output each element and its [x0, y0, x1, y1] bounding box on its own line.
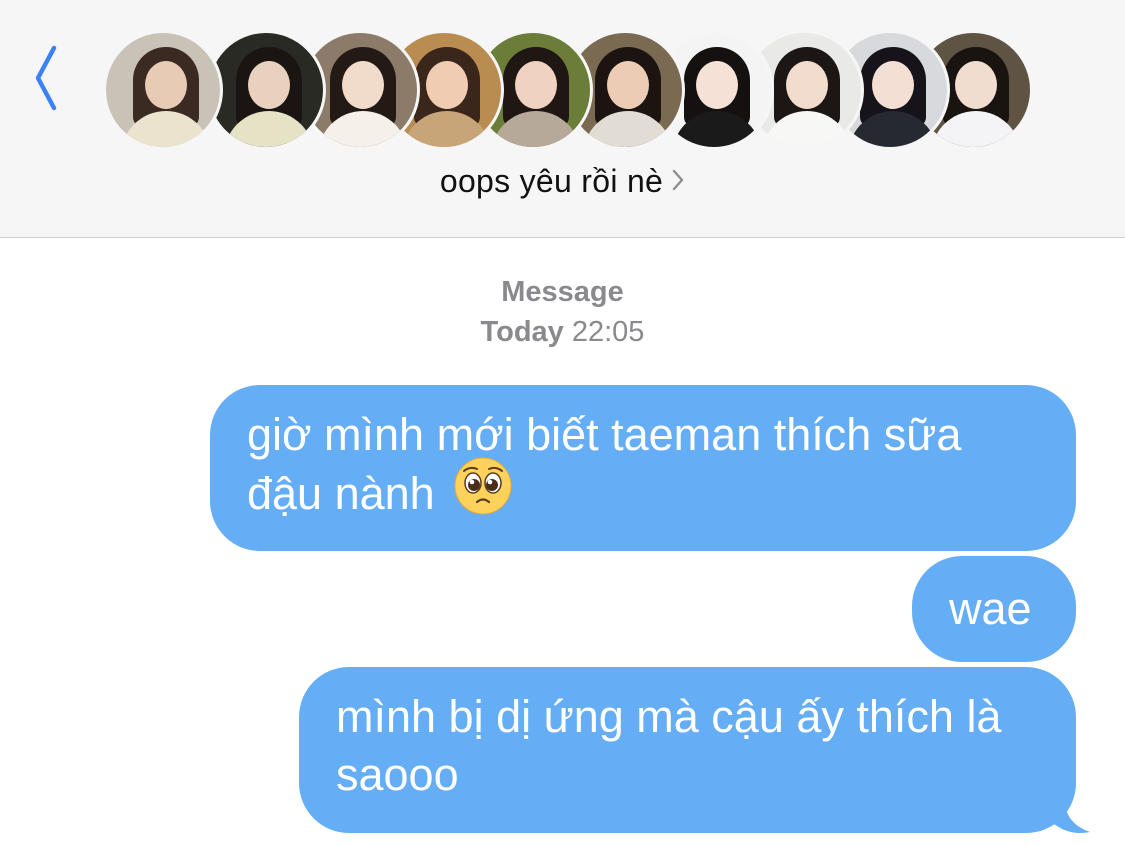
outgoing-message-bubble[interactable]: mình bị dị ứng mà cậu ấy thích là saooo	[299, 667, 1076, 833]
chevron-left-icon	[35, 45, 57, 111]
message-text: giờ mình mới biết taeman thích sữa đậu n…	[247, 409, 962, 519]
group-avatars[interactable]	[103, 30, 1033, 152]
avatar	[206, 30, 326, 150]
back-button[interactable]	[28, 40, 68, 114]
outgoing-message-bubble[interactable]: giờ mình mới biết taeman thích sữa đậu n…	[210, 385, 1076, 551]
bubble-tail	[1054, 800, 1090, 833]
service-label: Message	[501, 276, 624, 308]
group-name-button[interactable]: oops yêu rồi nè	[0, 163, 1125, 200]
avatar	[103, 30, 223, 150]
day-label: Today	[480, 316, 564, 348]
message-text: mình bị dị ứng mà cậu ấy thích là saooo	[336, 691, 1002, 800]
chevron-right-icon	[671, 163, 685, 200]
message-text: wae	[949, 583, 1032, 634]
time-label: 22:05	[571, 316, 645, 348]
pleading-face-emoji	[453, 456, 513, 530]
timestamp: Today 22:05	[0, 316, 1125, 349]
conversation-header: oops yêu rồi nè	[0, 0, 1125, 238]
group-name: oops yêu rồi nè	[439, 163, 664, 199]
outgoing-message-bubble[interactable]: wae	[912, 556, 1076, 662]
